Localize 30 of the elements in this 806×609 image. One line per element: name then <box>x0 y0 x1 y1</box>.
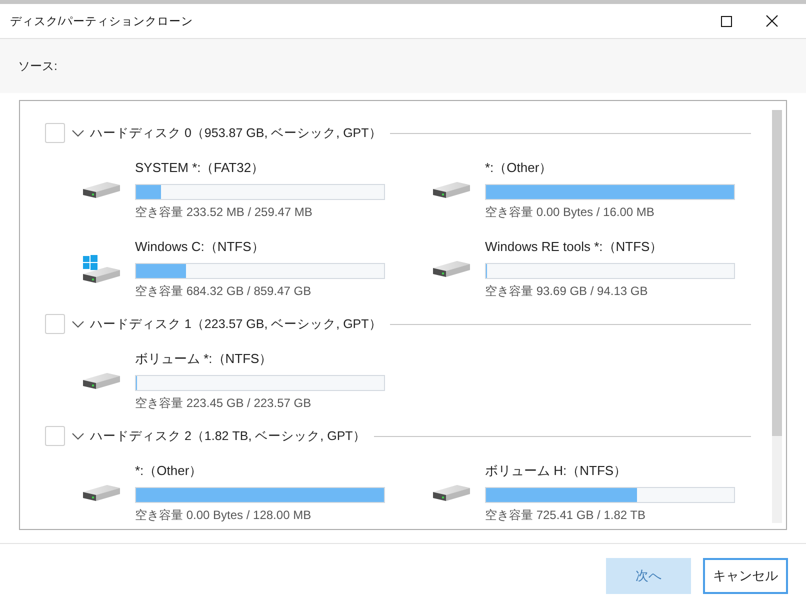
disk-label: ハードディスク 0（953.87 GB, ベーシック, GPT） <box>90 124 382 142</box>
partition-name: ボリューム *:（NTFS） <box>135 351 272 367</box>
free-space-text: 空き容量 725.41 GB / 1.82 TB <box>485 507 646 523</box>
chevron-down-icon[interactable] <box>72 320 84 328</box>
partition-name: Windows C:（NTFS） <box>135 239 264 255</box>
window-title: ディスク/パーティションクローン <box>10 14 194 28</box>
partition-name: ボリューム H:（NTFS） <box>485 463 627 479</box>
close-icon <box>766 15 778 27</box>
chevron-down-icon[interactable] <box>72 130 84 136</box>
source-label: ソース: <box>18 58 58 74</box>
free-space-text: 空き容量 223.45 GB / 223.57 GB <box>135 395 312 411</box>
scrollbar-thumb[interactable] <box>772 110 782 436</box>
disk-label: ハードディスク 1（223.57 GB, ベーシック, GPT） <box>90 316 382 332</box>
disk-label: ハードディスク 2（1.82 TB, ベーシック, GPT） <box>90 428 366 444</box>
free-space-text: 空き容量 0.00 Bytes / 16.00 MB <box>485 204 654 220</box>
free-space-text: 空き容量 684.32 GB / 859.47 GB <box>135 283 312 299</box>
partition-name: SYSTEM *:（FAT32） <box>135 160 264 176</box>
partition-name: Windows RE tools *:（NTFS） <box>485 239 663 255</box>
disk-checkbox[interactable] <box>45 123 65 143</box>
partition-name: *:（Other） <box>485 160 552 176</box>
free-space-text: 空き容量 233.52 MB / 259.47 MB <box>135 204 312 220</box>
chevron-down-icon[interactable] <box>72 432 84 440</box>
partition-name: *:（Other） <box>135 463 202 479</box>
free-space-text: 空き容量 93.69 GB / 94.13 GB <box>485 283 648 299</box>
free-space-text: 空き容量 0.00 Bytes / 128.00 MB <box>135 507 312 523</box>
disk-checkbox[interactable] <box>45 426 65 446</box>
disk-checkbox[interactable] <box>45 314 65 334</box>
cancel-button[interactable]: キャンセル <box>703 558 788 594</box>
maximize-icon <box>721 16 732 26</box>
scrollbar-track[interactable] <box>772 110 782 523</box>
